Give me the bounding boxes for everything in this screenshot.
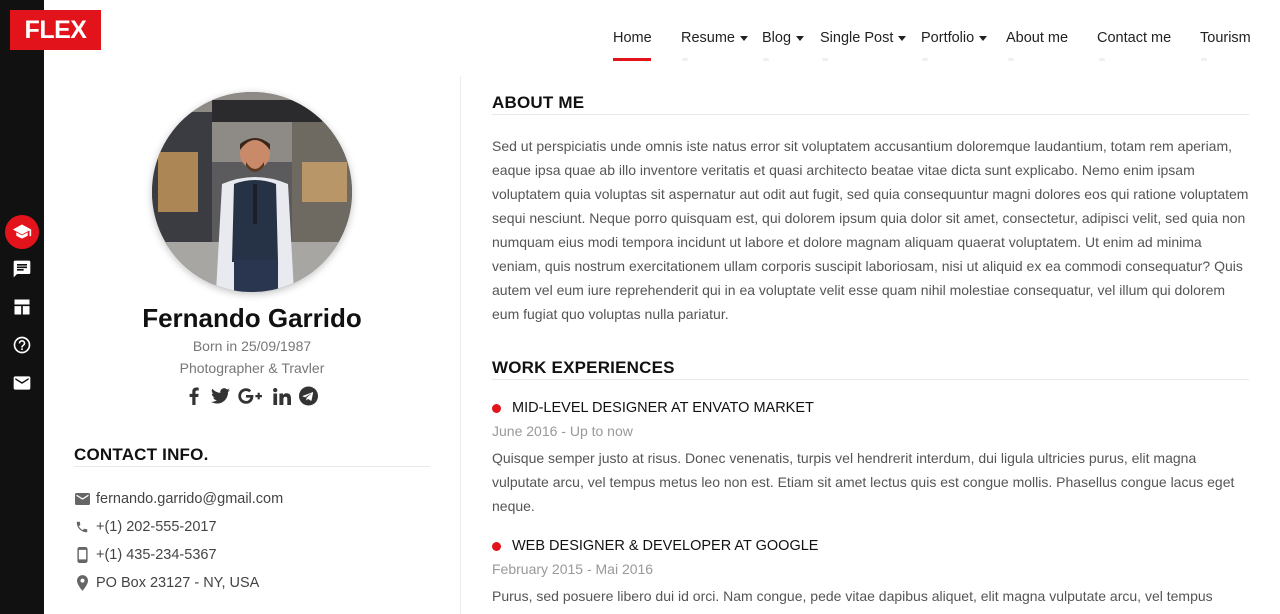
telegram-icon[interactable]: [299, 386, 318, 406]
contact-email[interactable]: fernando.garrido@gmail.com: [74, 491, 283, 507]
nav-hover-marker: [682, 58, 688, 61]
job-title-text: MID-LEVEL DESIGNER AT ENVATO MARKET: [512, 400, 814, 416]
work-heading: WORK EXPERIENCES: [492, 358, 675, 377]
phone-icon: [74, 519, 90, 535]
job-date: June 2016 - Up to now: [492, 423, 633, 439]
job-description: Quisque semper justo at risus. Donec ven…: [492, 450, 1235, 514]
job-title: MID-LEVEL DESIGNER AT ENVATO MARKET: [492, 400, 814, 416]
nav-item-portfolio[interactable]: Portfolio: [921, 30, 988, 46]
social-links: [184, 386, 318, 406]
nav-hover-marker: [1099, 58, 1105, 61]
location-icon: [74, 575, 90, 591]
contact-text: PO Box 23127 - NY, USA: [96, 575, 260, 591]
nav-item-single-post[interactable]: Single Post: [820, 30, 907, 46]
caret-down-icon: [796, 36, 805, 41]
heading-rule: [492, 114, 1249, 115]
twitter-icon[interactable]: [211, 386, 230, 406]
nav-item-contact-me[interactable]: Contact me: [1097, 30, 1171, 46]
mail-icon: [13, 376, 31, 390]
nav-label: About me: [1006, 30, 1069, 46]
caret-down-icon: [898, 36, 907, 41]
nav-hover-marker: [922, 58, 928, 61]
side-icon-rail: [0, 0, 44, 614]
job-title-text: WEB DESIGNER & DEVELOPER AT GOOGLE: [512, 538, 819, 554]
heading-rule: [492, 379, 1249, 380]
nav-item-blog[interactable]: Blog: [762, 30, 805, 46]
nav-label: Resume: [681, 30, 735, 46]
contact-address[interactable]: PO Box 23127 - NY, USA: [74, 575, 259, 591]
help-rail-button[interactable]: [5, 328, 39, 362]
caret-down-icon: [979, 36, 988, 41]
nav-item-resume[interactable]: Resume: [681, 30, 748, 46]
nav-hover-marker: [1201, 58, 1207, 61]
about-heading: ABOUT ME: [492, 93, 585, 112]
top-navigation: Home Resume Blog Single Post Portfolio A…: [0, 0, 1280, 62]
profile-name: Fernando Garrido: [142, 303, 362, 333]
nav-label: Contact me: [1097, 30, 1172, 46]
job-description: Purus, sed posuere libero dui id orci. N…: [492, 588, 1213, 604]
mobile-icon: [74, 547, 90, 563]
facebook-icon[interactable]: [184, 386, 203, 406]
contact-info-heading: CONTACT INFO.: [74, 445, 209, 464]
job-title: WEB DESIGNER & DEVELOPER AT GOOGLE: [492, 538, 818, 554]
google-plus-icon[interactable]: [238, 386, 264, 406]
nav-label: Single Post: [820, 30, 894, 46]
linkedin-icon[interactable]: [272, 386, 291, 406]
nav-label: Blog: [762, 30, 792, 46]
nav-label: Home: [613, 30, 652, 46]
mail-icon: [74, 491, 90, 507]
active-nav-indicator: [613, 58, 651, 61]
column-divider: [460, 76, 461, 614]
heading-rule: [74, 466, 430, 467]
nav-item-about-me[interactable]: About me: [1006, 30, 1068, 46]
contact-text: fernando.garrido@gmail.com: [96, 491, 284, 507]
contact-mobile[interactable]: +(1) 435-234-5367: [74, 547, 217, 563]
caret-down-icon: [740, 36, 748, 41]
graduation-cap-icon: [12, 224, 32, 239]
nav-hover-marker: [822, 58, 828, 61]
dashboard-icon: [14, 299, 30, 315]
comment-icon: [13, 260, 31, 278]
blog-rail-button[interactable]: [5, 252, 39, 286]
nav-item-tourism[interactable]: Tourism: [1200, 30, 1251, 46]
contact-text: +(1) 435-234-5367: [96, 547, 217, 563]
profile-photo: [152, 92, 352, 292]
nav-label: Tourism: [1200, 30, 1251, 46]
help-icon: [13, 336, 31, 354]
about-text: Sed ut perspiciatis unde omnis iste natu…: [492, 138, 1249, 322]
profile-birthdate: Born in 25/09/1987: [192, 338, 312, 354]
nav-item-home[interactable]: Home: [613, 30, 652, 46]
bullet-dot-icon: [492, 541, 501, 551]
bullet-dot-icon: [492, 403, 501, 413]
contact-rail-button[interactable]: [5, 366, 39, 400]
nav-label: Portfolio: [921, 30, 975, 46]
portfolio-rail-button[interactable]: [5, 290, 39, 324]
nav-hover-marker: [763, 58, 769, 61]
contact-phone[interactable]: +(1) 202-555-2017: [74, 519, 217, 535]
contact-text: +(1) 202-555-2017: [96, 519, 217, 535]
profile-role: Photographer & Travler: [179, 360, 325, 376]
job-date: February 2015 - Mai 2016: [492, 561, 654, 577]
nav-hover-marker: [1008, 58, 1014, 61]
education-rail-button[interactable]: [5, 215, 39, 249]
